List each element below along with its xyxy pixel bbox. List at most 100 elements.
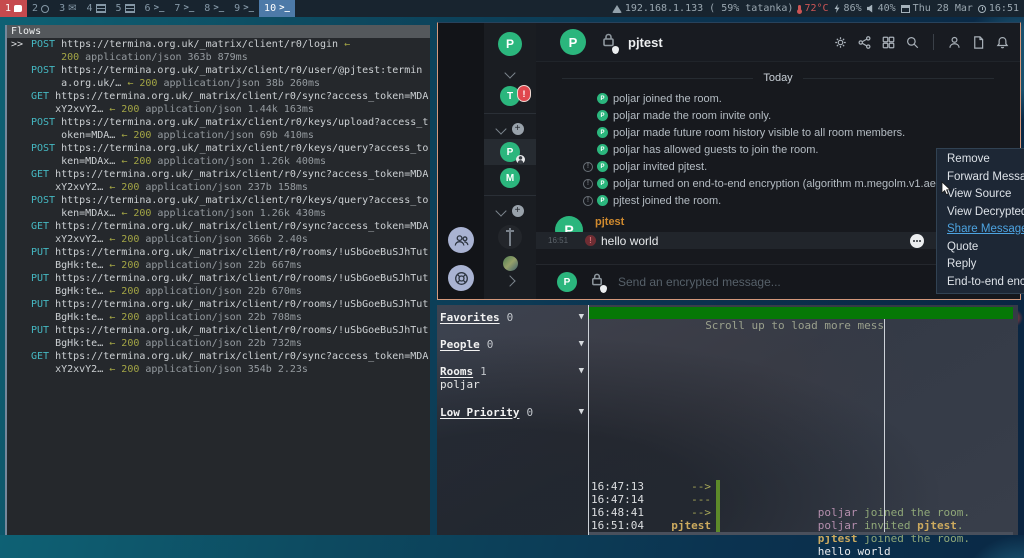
shield-icon	[600, 285, 607, 293]
community-image-avatar[interactable]	[503, 256, 518, 271]
workspace-button[interactable]: 8	[199, 0, 229, 17]
message-input[interactable]: Send an encrypted message...	[618, 275, 980, 289]
help-button[interactable]	[448, 265, 474, 291]
flow-selected-marker	[7, 142, 31, 168]
context-menu-item-label: View Source	[947, 188, 1011, 200]
flow-selected-marker	[7, 168, 31, 194]
community-item[interactable]: M	[484, 165, 536, 191]
context-menu-item[interactable]: Remove	[937, 151, 1024, 169]
room-section-header[interactable]: Low Priority 0	[440, 405, 584, 419]
context-menu-item[interactable]: Quote	[937, 239, 1024, 257]
room-section: Favorites 0	[440, 310, 584, 324]
room-avatar[interactable]: P	[560, 29, 586, 55]
context-menu-item-label: Remove	[947, 153, 990, 165]
flow-status-code: ← 200	[121, 130, 151, 141]
collapse-arrow-icon[interactable]	[579, 366, 584, 376]
flow-status-code: ← 200	[109, 182, 139, 193]
warning-icon	[583, 179, 593, 189]
workspace-button[interactable]: 7	[169, 0, 199, 17]
room-section-header[interactable]: Favorites 0	[440, 310, 584, 324]
workspace-button[interactable]: 3	[54, 0, 81, 17]
system-message: P poljar made the room invite only.	[536, 107, 1020, 124]
workspace-button[interactable]: 10	[259, 0, 295, 17]
flow-meta: application/json 69b 410ms	[157, 130, 314, 141]
flow-method: GET	[31, 220, 49, 246]
collapse-arrow-icon[interactable]	[579, 312, 584, 322]
add-room-button[interactable]	[512, 205, 524, 217]
search-icon[interactable]	[905, 35, 920, 50]
room-section: People 0	[440, 337, 584, 351]
context-menu-item[interactable]: View Decrypted S	[937, 204, 1024, 222]
collapse-arrow-icon[interactable]	[579, 339, 584, 349]
flow-row[interactable]: GET https://termina.org.uk/_matrix/clien…	[7, 220, 430, 246]
workspace-number: 2	[32, 3, 38, 14]
collapse-arrow-icon[interactable]	[579, 407, 584, 417]
flow-row[interactable]: PUT https://termina.org.uk/_matrix/clien…	[7, 246, 430, 272]
terminal-window: Favorites 0 People 0	[437, 305, 1018, 535]
room-section-name: Rooms	[440, 365, 473, 378]
room-section-count: 0	[526, 406, 533, 419]
workspace-button[interactable]: 9	[229, 0, 259, 17]
room-section-name: Low Priority	[440, 406, 519, 419]
flow-selected-marker	[7, 272, 31, 298]
workspace-button[interactable]: 1	[0, 0, 27, 17]
terminal-icon	[213, 5, 224, 12]
bell-icon[interactable]	[995, 35, 1010, 50]
flow-row[interactable]: POST https://termina.org.uk/_matrix/clie…	[7, 64, 430, 90]
settings-gear-icon[interactable]	[833, 35, 848, 50]
context-menu-item[interactable]: End-to-end encry	[937, 274, 1024, 292]
workspace-button[interactable]: 4	[81, 0, 110, 17]
flow-row[interactable]: GET https://termina.org.uk/_matrix/clien…	[7, 168, 430, 194]
share-icon[interactable]	[857, 35, 872, 50]
context-menu-item-label: Forward Message	[947, 171, 1024, 183]
scrollback-notice: Scroll up to load more mess	[589, 319, 884, 332]
community-item-selected[interactable]: P	[484, 139, 536, 165]
flow-row[interactable]: PUT https://termina.org.uk/_matrix/clien…	[7, 324, 430, 350]
chevron-down-icon[interactable]	[495, 123, 506, 134]
flow-row[interactable]: >> POST https://termina.org.uk/_matrix/c…	[7, 38, 430, 64]
chevron-down-icon[interactable]	[504, 67, 515, 78]
workspace-button[interactable]: 6	[140, 0, 170, 17]
unread-indicator-bar	[589, 307, 1013, 319]
context-menu-item[interactable]: Reply	[937, 256, 1024, 274]
add-room-button[interactable]	[512, 123, 524, 135]
room-section: Rooms 1 poljar	[440, 364, 584, 392]
clock-icon	[978, 5, 986, 13]
chevron-right-icon[interactable]	[504, 275, 515, 286]
wifi-icon	[612, 5, 622, 13]
flow-row[interactable]: GET https://termina.org.uk/_matrix/clien…	[7, 90, 430, 116]
account-avatar[interactable]: P	[498, 32, 522, 56]
temperature-text: 72°C	[804, 3, 828, 14]
workspace-button[interactable]: 5	[111, 0, 140, 17]
chat-icon	[14, 5, 22, 12]
flow-row[interactable]: POST https://termina.org.uk/_matrix/clie…	[7, 142, 430, 168]
flow-row[interactable]: PUT https://termina.org.uk/_matrix/clien…	[7, 272, 430, 298]
community-image-avatar[interactable]	[498, 225, 522, 249]
flow-row[interactable]: PUT https://termina.org.uk/_matrix/clien…	[7, 298, 430, 324]
flow-meta: application/json 38b 260ms	[163, 78, 320, 89]
flow-row[interactable]: GET https://termina.org.uk/_matrix/clien…	[7, 350, 430, 376]
avatar: P	[597, 178, 608, 189]
message-options-button[interactable]	[910, 234, 924, 248]
context-menu-item-label: End-to-end encry	[947, 276, 1024, 288]
flow-row[interactable]: POST https://termina.org.uk/_matrix/clie…	[7, 194, 430, 220]
composer-avatar: P	[557, 272, 577, 292]
people-button[interactable]	[448, 227, 474, 253]
battery-text: 86%	[844, 3, 862, 14]
flow-row[interactable]: POST https://termina.org.uk/_matrix/clie…	[7, 116, 430, 142]
network-text: 192.168.1.133 ( 59% tatanka)	[625, 3, 794, 14]
workspace-button[interactable]: 2	[27, 0, 54, 17]
context-menu-item[interactable]: Share Message	[937, 221, 1024, 239]
room-section-header[interactable]: Rooms 1	[440, 364, 584, 378]
chevron-down-icon[interactable]	[495, 205, 506, 216]
community-item[interactable]: T !	[484, 83, 536, 109]
member-icon[interactable]	[947, 35, 962, 50]
grid-icon[interactable]	[881, 35, 896, 50]
day-divider-label: Today	[763, 72, 792, 84]
avatar: P	[597, 195, 608, 206]
flow-status-code: ← 200	[109, 260, 139, 271]
file-icon[interactable]	[971, 35, 986, 50]
room-section-header[interactable]: People 0	[440, 337, 584, 351]
log-divider-bar	[716, 480, 720, 493]
room-item[interactable]: poljar	[440, 378, 584, 392]
